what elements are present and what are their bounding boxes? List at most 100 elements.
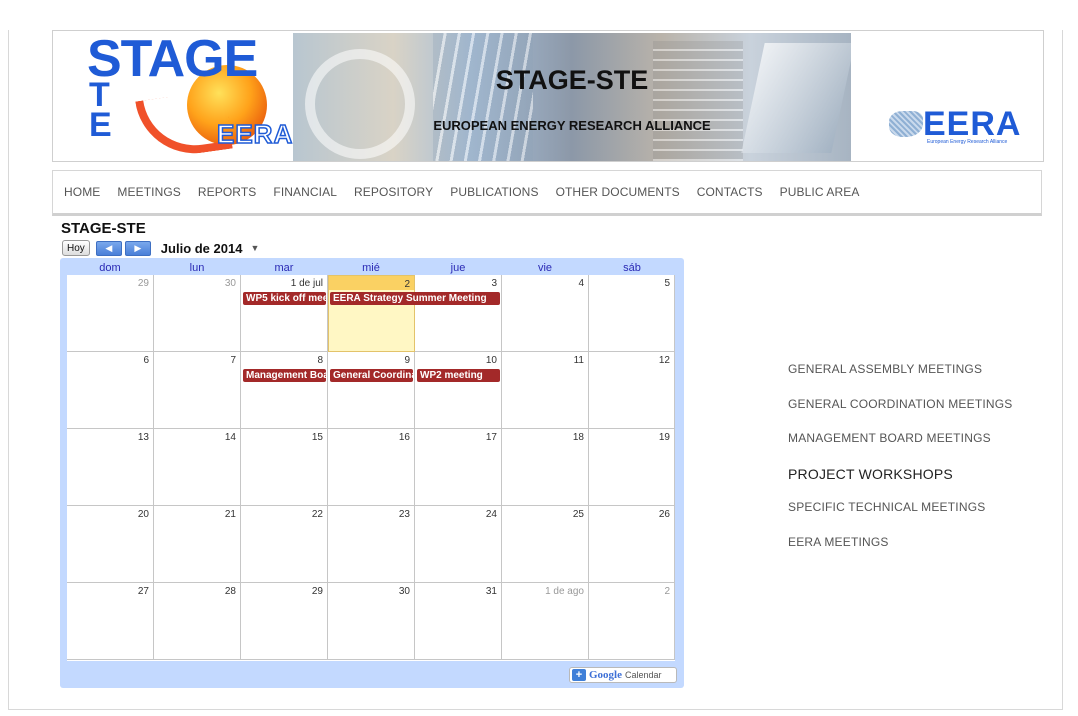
calendar-day-cell[interactable]: 3 [415, 275, 502, 352]
link-general-assembly-meetings[interactable]: GENERAL ASSEMBLY MEETINGS [788, 362, 1013, 397]
today-button[interactable]: Hoy [62, 240, 90, 256]
calendar-day-cell[interactable]: 24 [415, 506, 502, 583]
day-number: 26 [658, 509, 670, 520]
calendar-day-cell[interactable]: 21 [154, 506, 241, 583]
calendar-day-cell[interactable]: 7 [154, 352, 241, 429]
day-number: 28 [224, 586, 236, 597]
day-number: 12 [658, 355, 670, 366]
google-calendar-brand: Google [589, 669, 622, 681]
calendar-day-cell[interactable]: 26 [589, 506, 675, 583]
google-calendar-suffix: Calendar [625, 670, 662, 680]
calendar-day-cell[interactable]: 14 [154, 429, 241, 506]
chevron-left-icon: ◀ [105, 242, 113, 253]
calendar-day-cell[interactable]: 6 [67, 352, 154, 429]
calendar-day-cell[interactable]: 17 [415, 429, 502, 506]
calendar-day-cell[interactable]: 10 [415, 352, 502, 429]
day-number: 2 [404, 279, 410, 290]
calendar-widget: dom lun mar mié jue vie sáb 29 30 1 de jul 2 3 4 5 6 7… [60, 258, 684, 688]
calendar-day-cell[interactable]: 12 [589, 352, 675, 429]
day-number: 14 [224, 432, 236, 443]
calendar-event[interactable]: Management Board [243, 369, 326, 382]
nav-reports[interactable]: REPORTS [198, 185, 257, 199]
calendar-day-cell[interactable]: 25 [502, 506, 589, 583]
calendar-day-cell[interactable]: 19 [589, 429, 675, 506]
nav-financial[interactable]: FINANCIAL [273, 185, 337, 199]
stage-logo[interactable]: STAGE T E EERA [87, 30, 293, 161]
day-number: 18 [572, 432, 584, 443]
today-highlight [329, 276, 414, 290]
month-dropdown-icon[interactable]: ▼ [250, 243, 259, 253]
day-number: 25 [572, 509, 584, 520]
day-number: 2 [664, 586, 670, 597]
calendar-day-cell[interactable]: 27 [67, 583, 154, 660]
day-number: 24 [485, 509, 497, 520]
calendar-day-cell[interactable]: 11 [502, 352, 589, 429]
day-number: 7 [230, 355, 236, 366]
calendar-day-cell[interactable]: 2 [589, 583, 675, 660]
nav-publications[interactable]: PUBLICATIONS [450, 185, 538, 199]
calendar-day-cell[interactable]: 9 [328, 352, 415, 429]
day-number: 31 [485, 586, 497, 597]
nav-public-area[interactable]: PUBLIC AREA [780, 185, 860, 199]
calendar-day-cell[interactable]: 2 [328, 275, 415, 352]
calendar-day-cell[interactable]: 8 [241, 352, 328, 429]
day-number: 21 [224, 509, 236, 520]
chevron-right-icon: ▶ [134, 242, 142, 253]
calendar-day-cell[interactable]: 15 [241, 429, 328, 506]
calendar-day-cell[interactable]: 22 [241, 506, 328, 583]
calendar-event[interactable]: General Coordination [330, 369, 413, 382]
month-label: Julio de 2014 [160, 240, 243, 256]
next-month-button[interactable]: ▶ [124, 240, 151, 256]
calendar-event[interactable]: EERA Strategy Summer Meeting [330, 292, 500, 305]
calendar-day-cell[interactable]: 1 de jul [241, 275, 328, 352]
heliostat-image [741, 43, 851, 153]
calendar-day-cell[interactable]: 29 [67, 275, 154, 352]
nav-home[interactable]: HOME [64, 185, 100, 199]
eera-logo[interactable]: EERA European Energy Research Alliance [889, 105, 1020, 145]
calendar-event[interactable]: WP2 meeting [417, 369, 500, 382]
day-of-week-label: mié [362, 262, 380, 274]
calendar-day-cell[interactable]: 30 [154, 275, 241, 352]
nav-repository[interactable]: REPOSITORY [354, 185, 433, 199]
day-number: 30 [398, 586, 410, 597]
header-banner: STAGE-STE EUROPEAN ENERGY RESEARCH ALLIA… [293, 33, 851, 161]
link-general-coordination-meetings[interactable]: GENERAL COORDINATION MEETINGS [788, 397, 1013, 432]
day-of-week-label: dom [99, 262, 121, 274]
calendar-day-cell[interactable]: 20 [67, 506, 154, 583]
calendar-event[interactable]: WP5 kick off meeting [243, 292, 326, 305]
day-of-week-label: sáb [623, 262, 641, 274]
calendar-day-cell[interactable]: 16 [328, 429, 415, 506]
calendar-day-cell[interactable]: 23 [328, 506, 415, 583]
link-specific-technical-meetings[interactable]: SPECIFIC TECHNICAL MEETINGS [788, 500, 1013, 535]
day-number: 16 [398, 432, 410, 443]
day-number: 9 [404, 355, 410, 366]
nav-meetings[interactable]: MEETINGS [117, 185, 180, 199]
logo-word: STAGE [87, 30, 258, 88]
calendar-day-cell[interactable]: 18 [502, 429, 589, 506]
banner-subtitle: EUROPEAN ENERGY RESEARCH ALLIANCE [433, 118, 711, 133]
day-number: 22 [311, 509, 323, 520]
calendar-day-cell[interactable]: 13 [67, 429, 154, 506]
calendar-day-cell[interactable]: 31 [415, 583, 502, 660]
day-number: 13 [137, 432, 149, 443]
day-number: 20 [137, 509, 149, 520]
calendar-day-cell[interactable]: 4 [502, 275, 589, 352]
calendar-day-cell[interactable]: 28 [154, 583, 241, 660]
link-management-board-meetings[interactable]: MANAGEMENT BOARD MEETINGS [788, 431, 1013, 466]
google-calendar-badge[interactable]: + Google Calendar [569, 667, 677, 683]
nav-contacts[interactable]: CONTACTS [697, 185, 763, 199]
main-nav: HOME MEETINGS REPORTS FINANCIAL REPOSITO… [52, 170, 1042, 216]
day-number: 4 [578, 278, 584, 289]
prev-month-button[interactable]: ◀ [95, 240, 122, 256]
calendar-day-cell[interactable]: 5 [589, 275, 675, 352]
calendar-day-cell[interactable]: 29 [241, 583, 328, 660]
banner-title: STAGE-STE [495, 65, 649, 95]
calendar-day-cell[interactable]: 30 [328, 583, 415, 660]
calendar-day-cell[interactable]: 1 de ago [502, 583, 589, 660]
link-eera-meetings[interactable]: EERA MEETINGS [788, 535, 1013, 570]
day-number: 15 [311, 432, 323, 443]
nav-other-documents[interactable]: OTHER DOCUMENTS [556, 185, 680, 199]
plus-icon: + [572, 669, 586, 681]
link-project-workshops[interactable]: PROJECT WORKSHOPS [788, 466, 1013, 501]
day-number: 11 [573, 355, 584, 366]
